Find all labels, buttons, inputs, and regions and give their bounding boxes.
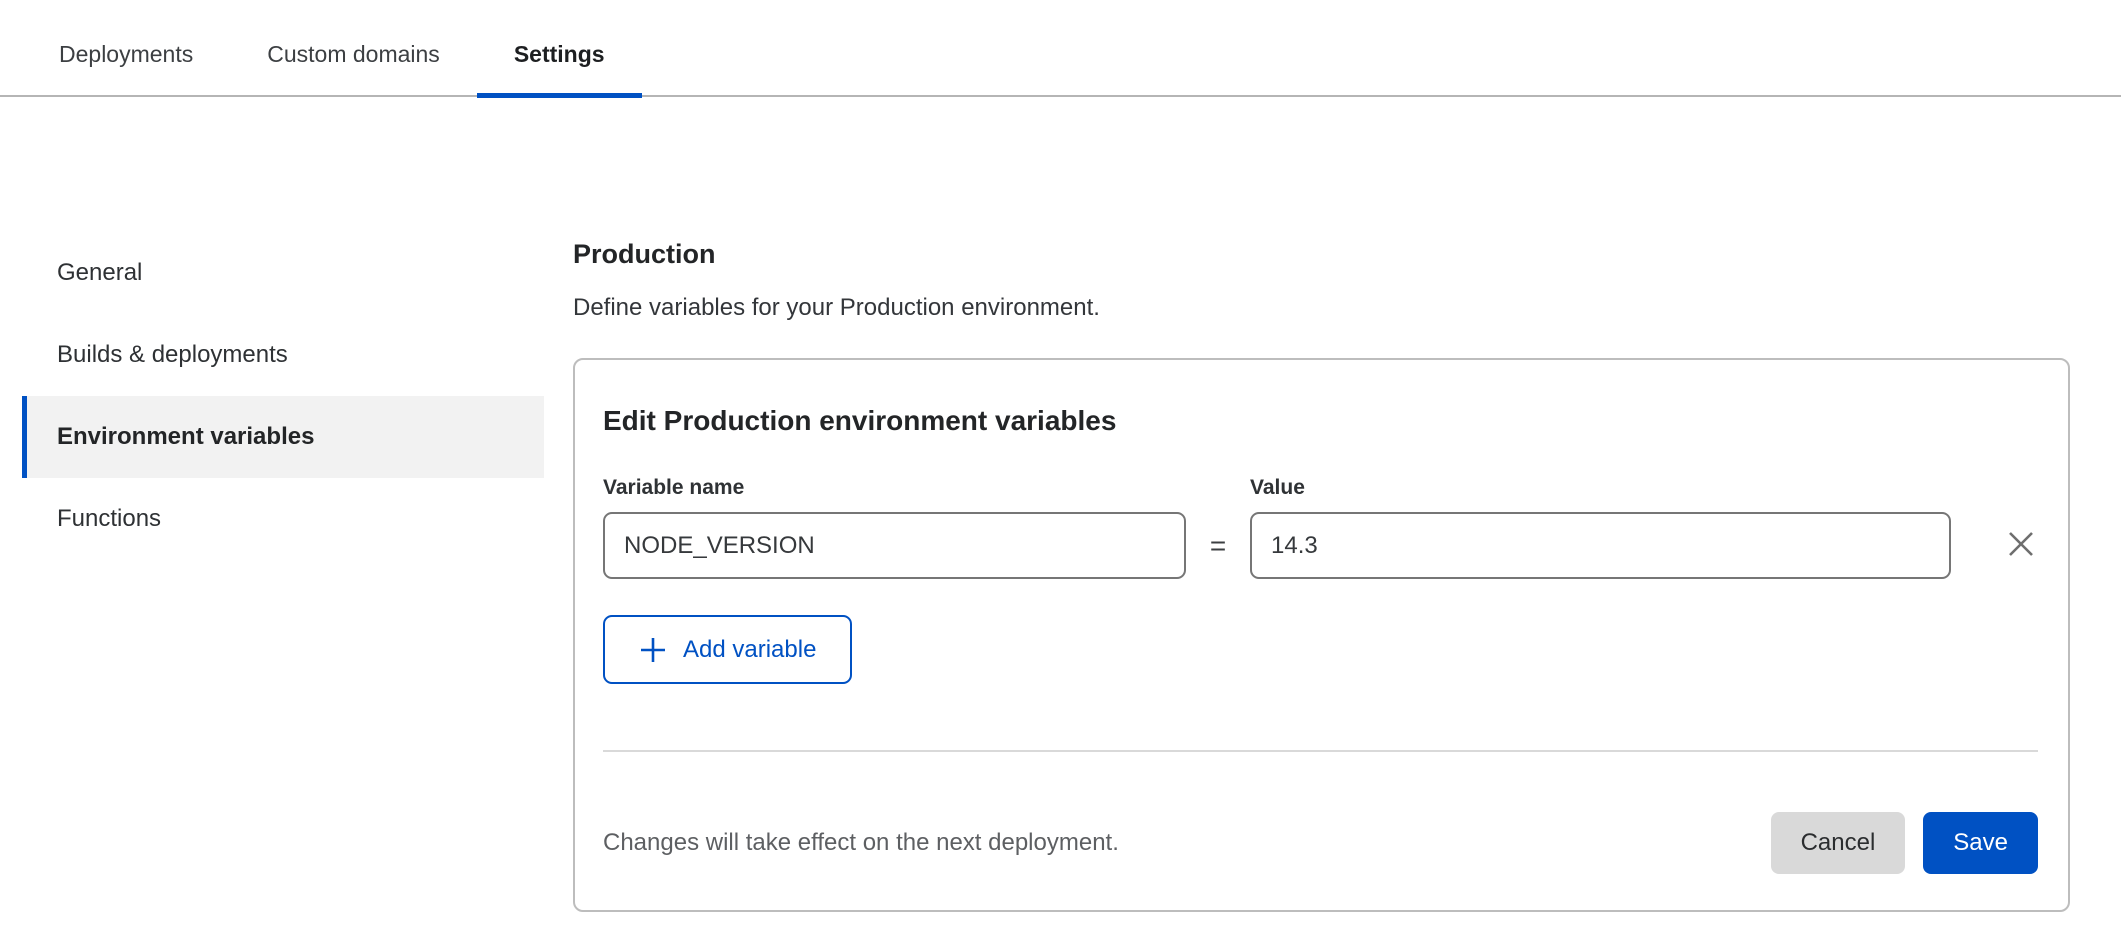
footer-note: Changes will take effect on the next dep… [603, 829, 1771, 857]
sidebar-item-environment-variables[interactable]: Environment variables [22, 396, 544, 478]
page-content: General Builds & deployments Environment… [0, 97, 2121, 912]
section-title: Production [573, 237, 2070, 271]
add-variable-button[interactable]: Add variable [603, 615, 852, 684]
card-footer: Changes will take effect on the next dep… [603, 812, 2038, 874]
tab-deployments[interactable]: Deployments [22, 13, 230, 96]
tab-settings[interactable]: Settings [477, 13, 642, 96]
sidebar-item-general[interactable]: General [22, 232, 544, 314]
variable-value-field-group: Value [1250, 476, 1951, 579]
variable-row: Variable name = Value [603, 476, 2038, 579]
remove-variable-button[interactable] [2004, 528, 2038, 562]
environment-variables-card: Edit Production environment variables Va… [573, 358, 2070, 912]
settings-sidebar: General Builds & deployments Environment… [0, 97, 573, 560]
cancel-button[interactable]: Cancel [1771, 812, 1906, 874]
variable-name-input[interactable] [603, 512, 1186, 579]
plus-icon [639, 636, 667, 664]
tab-custom-domains[interactable]: Custom domains [230, 13, 477, 96]
sidebar-item-functions[interactable]: Functions [22, 478, 544, 560]
card-divider [603, 750, 2038, 752]
add-variable-label: Add variable [683, 636, 816, 664]
variable-value-label: Value [1250, 476, 1951, 500]
variable-name-field-group: Variable name [603, 476, 1186, 579]
save-button[interactable]: Save [1923, 812, 2038, 874]
close-icon [2006, 529, 2036, 562]
equals-sign: = [1186, 530, 1250, 579]
sidebar-item-builds-deployments[interactable]: Builds & deployments [22, 314, 544, 396]
card-title: Edit Production environment variables [603, 404, 2038, 438]
variable-name-label: Variable name [603, 476, 1186, 500]
section-description: Define variables for your Production env… [573, 293, 2070, 323]
tab-bar: Deployments Custom domains Settings [0, 0, 2121, 97]
variable-value-input[interactable] [1250, 512, 1951, 579]
main-panel: Production Define variables for your Pro… [573, 97, 2121, 912]
